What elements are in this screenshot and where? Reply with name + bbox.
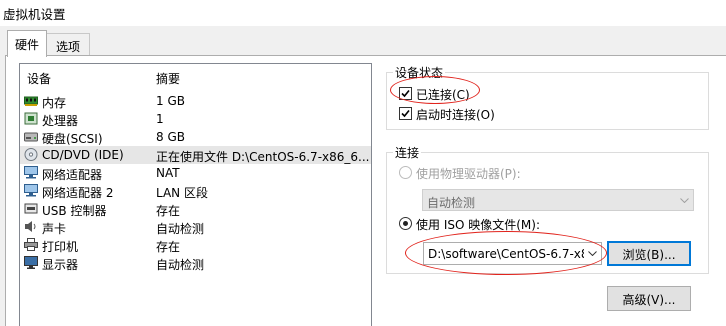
device-name: 显示器 <box>42 258 79 272</box>
cd-dvd-icon <box>24 148 38 161</box>
device-name: 内存 <box>42 96 67 110</box>
tab-options[interactable]: 选项 <box>46 33 90 56</box>
device-name: USB 控制器 <box>42 204 107 218</box>
device-row-cd-dvd[interactable]: CD/DVD (IDE) 正在使用文件 D:\CentOS-6.7-x86_6.… <box>20 146 371 164</box>
device-list[interactable]: 设备 摘要 内存 1 GB 处理器 1 硬盘(SCSI) 8 GB CD/DVD… <box>19 63 372 326</box>
physical-drive-radio[interactable] <box>399 166 412 179</box>
device-summary: NAT <box>156 166 180 180</box>
harddisk-icon <box>24 130 38 143</box>
usb-icon <box>24 202 38 215</box>
chevron-down-icon <box>680 198 689 203</box>
advanced-button[interactable]: 高级(V)... <box>607 286 691 311</box>
device-row-network-adapter[interactable]: 网络适配器 NAT <box>20 164 371 182</box>
processor-icon <box>24 112 38 125</box>
device-summary: 自动检测 <box>156 258 205 272</box>
device-summary: LAN 区段 <box>156 186 208 200</box>
highlight-oval-connected <box>390 76 480 104</box>
device-row-usb-controller[interactable]: USB 控制器 存在 <box>20 200 371 218</box>
device-row-display[interactable]: 显示器 自动检测 <box>20 254 371 272</box>
device-row-harddisk[interactable]: 硬盘(SCSI) 8 GB <box>20 128 371 146</box>
device-row-sound-card[interactable]: 声卡 自动检测 <box>20 218 371 236</box>
printer-icon <box>24 238 38 251</box>
device-name: 网络适配器 2 <box>42 186 114 200</box>
display-icon <box>24 256 38 269</box>
connect-at-power-on-checkbox[interactable] <box>399 107 412 120</box>
device-summary: 存在 <box>156 240 181 254</box>
device-row-printer[interactable]: 打印机 存在 <box>20 236 371 254</box>
highlight-oval-iso-path <box>405 231 607 275</box>
physical-drive-select[interactable]: 自动检测 <box>422 189 694 211</box>
memory-icon <box>24 94 38 107</box>
radio-dot <box>403 221 408 226</box>
device-row-processor[interactable]: 处理器 1 <box>20 110 371 128</box>
column-header-summary[interactable]: 摘要 <box>156 70 180 87</box>
advanced-button-label: 高级(V)... <box>622 293 676 307</box>
column-header-device[interactable]: 设备 <box>27 70 51 87</box>
connection-label: 连接 <box>393 144 422 161</box>
device-name: 打印机 <box>42 240 79 254</box>
iso-image-radio[interactable] <box>399 217 412 230</box>
physical-drive-label[interactable]: 使用物理驱动器(P): <box>416 165 521 182</box>
device-summary: 1 <box>156 112 164 126</box>
device-row-memory[interactable]: 内存 1 GB <box>20 92 371 110</box>
checkmark-icon <box>401 109 410 118</box>
sound-card-icon <box>24 220 38 233</box>
device-summary: 自动检测 <box>156 222 205 236</box>
device-name: 声卡 <box>42 222 67 236</box>
network-adapter-icon <box>24 166 38 179</box>
device-row-network-adapter-2[interactable]: 网络适配器 2 LAN 区段 <box>20 182 371 200</box>
network-adapter-icon <box>24 184 38 197</box>
window-title: 虚拟机设置 <box>3 7 66 22</box>
tab-options-label: 选项 <box>55 40 80 54</box>
device-summary: 正在使用文件 D:\CentOS-6.7-x86_6... <box>156 150 370 164</box>
tab-hardware-label: 硬件 <box>14 38 39 52</box>
device-summary: 1 GB <box>156 94 185 108</box>
device-name: 处理器 <box>42 114 79 128</box>
title-bar <box>0 0 726 26</box>
device-summary: 8 GB <box>156 130 185 144</box>
physical-drive-value: 自动检测 <box>427 196 476 210</box>
device-summary: 存在 <box>156 204 181 218</box>
device-name: CD/DVD (IDE) <box>42 148 124 162</box>
browse-button[interactable]: 浏览(B)... <box>607 241 691 266</box>
device-name: 网络适配器 <box>42 168 103 182</box>
device-name: 硬盘(SCSI) <box>42 132 103 146</box>
tab-hardware[interactable]: 硬件 <box>7 30 47 57</box>
browse-button-label: 浏览(B)... <box>622 248 676 262</box>
connect-at-power-on-label[interactable]: 启动时连接(O) <box>416 106 495 123</box>
